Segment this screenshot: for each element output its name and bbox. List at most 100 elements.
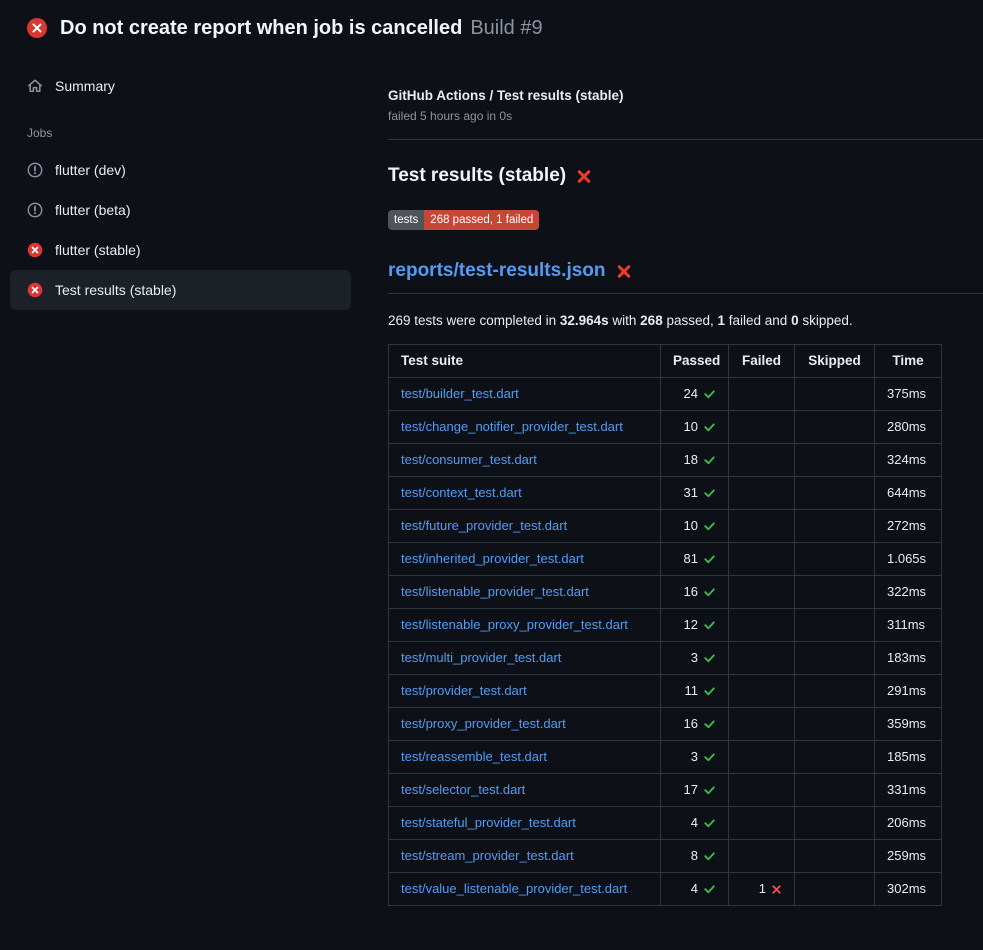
check-icon xyxy=(703,883,716,896)
sidebar-job-label: flutter (stable) xyxy=(55,242,141,258)
skipped-cell xyxy=(795,510,875,543)
check-icon xyxy=(703,520,716,533)
passed-count: 16 xyxy=(684,583,698,601)
suite-link[interactable]: test/builder_test.dart xyxy=(401,386,519,401)
skipped-cell xyxy=(795,741,875,774)
table-header-row: Test suite Passed Failed Skipped Time xyxy=(389,345,942,378)
passed-cell: 4 xyxy=(661,873,729,906)
main-content: GitHub Actions / Test results (stable) f… xyxy=(361,52,983,906)
suite-link[interactable]: test/proxy_provider_test.dart xyxy=(401,716,566,731)
check-run-header: Do not create report when job is cancell… xyxy=(0,0,983,52)
suite-link[interactable]: test/value_listenable_provider_test.dart xyxy=(401,881,627,896)
failed-cell xyxy=(729,477,795,510)
passed-cell: 12 xyxy=(661,609,729,642)
time-cell: 206ms xyxy=(875,807,942,840)
test-results-table: Test suite Passed Failed Skipped Time te… xyxy=(388,344,942,906)
suite-link[interactable]: test/selector_test.dart xyxy=(401,782,525,797)
sidebar-job-item[interactable]: Test results (stable) xyxy=(10,270,351,310)
passed-count: 12 xyxy=(684,616,698,634)
table-row: test/builder_test.dart 24 375ms xyxy=(389,378,942,411)
sidebar-job-item[interactable]: flutter (stable) xyxy=(10,230,351,270)
skipped-cell xyxy=(795,642,875,675)
failed-cell xyxy=(729,741,795,774)
check-icon xyxy=(703,718,716,731)
failed-cell xyxy=(729,444,795,477)
neutral-status-icon xyxy=(27,162,43,178)
suite-link[interactable]: test/consumer_test.dart xyxy=(401,452,537,467)
passed-count: 3 xyxy=(691,748,698,766)
table-row: test/listenable_proxy_provider_test.dart… xyxy=(389,609,942,642)
passed-cell: 10 xyxy=(661,411,729,444)
suite-link[interactable]: test/reassemble_test.dart xyxy=(401,749,547,764)
passed-count: 17 xyxy=(684,781,698,799)
check-icon xyxy=(703,553,716,566)
report-link[interactable]: reports/test-results.json xyxy=(388,260,606,282)
skipped-cell xyxy=(795,576,875,609)
failed-count: 1 xyxy=(759,880,766,898)
summary-segment: passed, xyxy=(663,313,718,328)
summary-segment: with xyxy=(609,313,641,328)
table-row: test/change_notifier_provider_test.dart … xyxy=(389,411,942,444)
table-row: test/context_test.dart 31 644ms xyxy=(389,477,942,510)
page-title-row: Do not create report when job is cancell… xyxy=(60,16,543,40)
report-failed-x-icon xyxy=(616,263,632,279)
passed-count: 81 xyxy=(684,550,698,568)
jobs-section-label: Jobs xyxy=(10,106,351,150)
page-title: Do not create report when job is cancell… xyxy=(60,17,462,39)
suite-link[interactable]: test/listenable_proxy_provider_test.dart xyxy=(401,617,628,632)
suite-link[interactable]: test/stateful_provider_test.dart xyxy=(401,815,576,830)
tests-badge: tests 268 passed, 1 failed xyxy=(388,210,539,230)
time-cell: 375ms xyxy=(875,378,942,411)
neutral-status-icon xyxy=(27,202,43,218)
suite-link[interactable]: test/change_notifier_provider_test.dart xyxy=(401,419,623,434)
passed-count: 31 xyxy=(684,484,698,502)
time-cell: 272ms xyxy=(875,510,942,543)
table-row: test/multi_provider_test.dart 3 183ms xyxy=(389,642,942,675)
suite-link[interactable]: test/inherited_provider_test.dart xyxy=(401,551,584,566)
suite-link[interactable]: test/stream_provider_test.dart xyxy=(401,848,574,863)
sidebar-job-label: flutter (dev) xyxy=(55,162,126,178)
time-cell: 185ms xyxy=(875,741,942,774)
passed-cell: 3 xyxy=(661,741,729,774)
failed-cell xyxy=(729,708,795,741)
suite-link[interactable]: test/future_provider_test.dart xyxy=(401,518,567,533)
table-row: test/selector_test.dart 17 331ms xyxy=(389,774,942,807)
column-header-passed: Passed xyxy=(661,345,729,378)
failed-cell xyxy=(729,642,795,675)
table-row: test/consumer_test.dart 18 324ms xyxy=(389,444,942,477)
skipped-cell xyxy=(795,411,875,444)
sidebar: Summary Jobs flutter (dev) flutter (beta… xyxy=(0,52,361,310)
suite-link[interactable]: test/context_test.dart xyxy=(401,485,522,500)
summary-segment: 268 xyxy=(640,313,663,328)
sidebar-item-summary[interactable]: Summary xyxy=(10,66,351,106)
passed-count: 11 xyxy=(685,682,699,700)
passed-cell: 81 xyxy=(661,543,729,576)
check-icon xyxy=(703,421,716,434)
passed-cell: 16 xyxy=(661,708,729,741)
passed-count: 4 xyxy=(691,814,698,832)
column-header-time: Time xyxy=(875,345,942,378)
failed-cell xyxy=(729,807,795,840)
suite-link[interactable]: test/multi_provider_test.dart xyxy=(401,650,561,665)
x-icon xyxy=(771,884,782,895)
skipped-cell xyxy=(795,708,875,741)
time-cell: 291ms xyxy=(875,675,942,708)
check-icon xyxy=(703,817,716,830)
report-heading: reports/test-results.json xyxy=(388,260,983,294)
check-icon xyxy=(703,685,716,698)
suite-link[interactable]: test/provider_test.dart xyxy=(401,683,527,698)
check-icon xyxy=(703,388,716,401)
skipped-cell xyxy=(795,609,875,642)
sidebar-job-item[interactable]: flutter (beta) xyxy=(10,190,351,230)
time-cell: 311ms xyxy=(875,609,942,642)
suite-link[interactable]: test/listenable_provider_test.dart xyxy=(401,584,589,599)
passed-count: 10 xyxy=(684,418,698,436)
passed-count: 4 xyxy=(691,880,698,898)
sidebar-job-item[interactable]: flutter (dev) xyxy=(10,150,351,190)
passed-cell: 16 xyxy=(661,576,729,609)
failed-cell xyxy=(729,411,795,444)
divider xyxy=(388,139,983,140)
check-icon xyxy=(703,619,716,632)
table-row: test/proxy_provider_test.dart 16 359ms xyxy=(389,708,942,741)
failed-cell xyxy=(729,774,795,807)
